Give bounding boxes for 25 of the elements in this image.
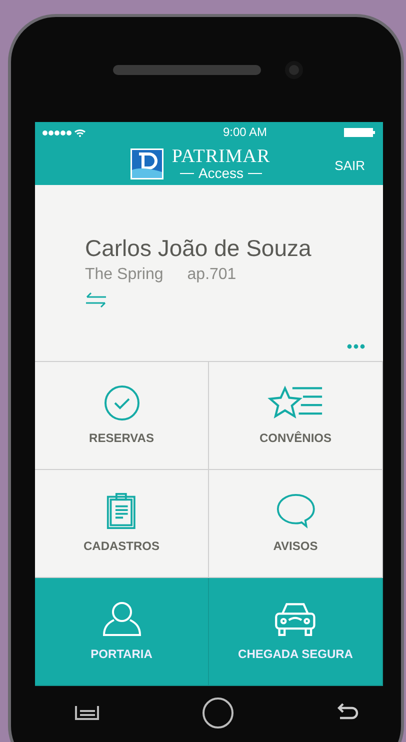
signal-icon bbox=[42, 128, 86, 136]
resident-name: Carlos João de Souza bbox=[85, 235, 312, 263]
menu-tile[interactable]: AVISOS bbox=[209, 470, 383, 578]
menu-tile[interactable]: RESERVAS bbox=[35, 362, 209, 470]
apartment-number: ap.701 bbox=[187, 264, 236, 285]
menu-tile[interactable]: CADASTROS bbox=[35, 470, 209, 578]
logout-link[interactable]: SAIR bbox=[334, 156, 365, 176]
menu-tile[interactable]: CONVÊNIOS bbox=[209, 362, 383, 470]
logo-icon bbox=[130, 148, 164, 180]
more-icon[interactable] bbox=[347, 344, 365, 349]
status-time: 9:00 AM bbox=[222, 124, 268, 141]
car-icon bbox=[274, 600, 317, 636]
logo-subtitle: Access bbox=[198, 166, 244, 180]
menu-icon[interactable] bbox=[75, 706, 99, 720]
home-icon[interactable] bbox=[202, 697, 234, 729]
clipboard-icon bbox=[106, 492, 137, 528]
logo-title: PATRIMAR bbox=[172, 147, 270, 166]
person-icon bbox=[102, 600, 142, 636]
battery-icon bbox=[344, 128, 376, 136]
building-name: The Spring bbox=[85, 264, 164, 285]
swap-icon[interactable] bbox=[85, 292, 107, 308]
speech-bubble-icon bbox=[276, 492, 316, 528]
camera-lens bbox=[284, 60, 302, 78]
check-circle-icon bbox=[102, 384, 142, 420]
star-list-icon bbox=[266, 384, 324, 420]
